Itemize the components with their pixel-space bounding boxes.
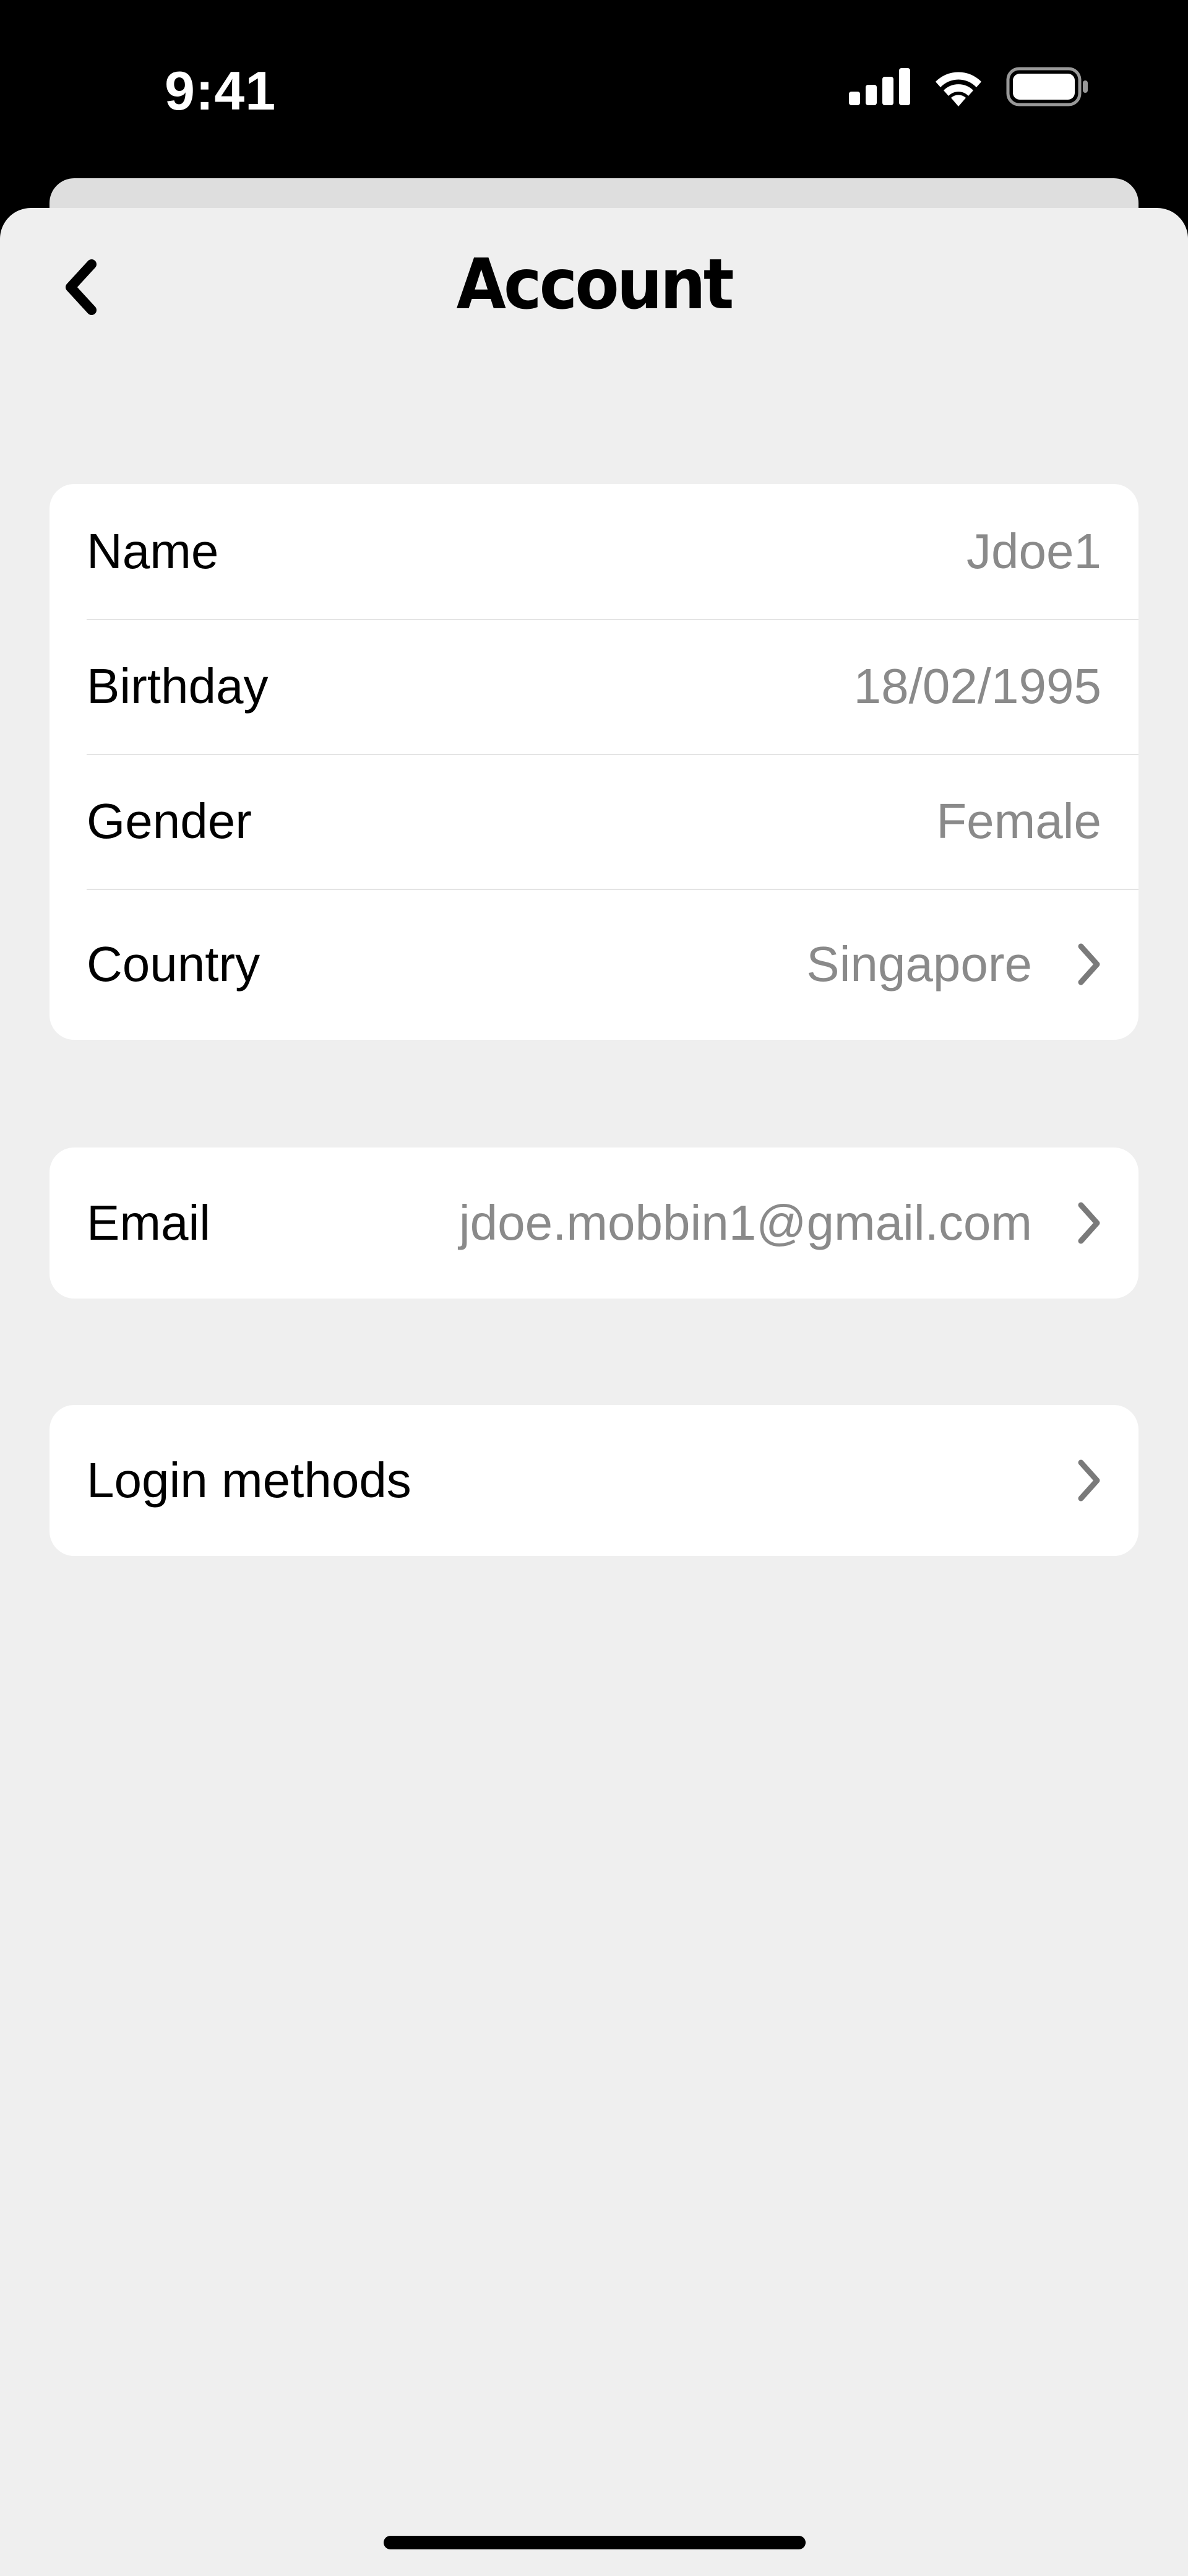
cellular-signal-icon [849,67,911,108]
country-value: Singapore [806,936,1032,992]
email-card: Email jdoe.mobbin1@gmail.com [50,1148,1138,1299]
login-methods-label: Login methods [87,1453,411,1508]
birthday-value: 18/02/1995 [853,659,1101,714]
status-icons [849,66,1089,110]
email-row[interactable]: Email jdoe.mobbin1@gmail.com [50,1148,1138,1299]
name-value: Jdoe1 [966,524,1101,579]
country-label: Country [87,936,260,992]
name-row[interactable]: Name Jdoe1 [50,484,1138,619]
profile-card: Name Jdoe1 Birthday 18/02/1995 Gender Fe… [50,484,1138,1040]
page-title: Account [456,243,734,325]
wifi-icon [932,67,985,110]
status-bar: 9:41 [0,0,1188,179]
home-indicator [384,2536,806,2549]
email-value: jdoe.mobbin1@gmail.com [458,1195,1032,1250]
email-label: Email [87,1195,211,1250]
login-methods-card: Login methods [50,1405,1138,1556]
battery-icon [1006,67,1089,110]
chevron-right-icon [1069,1456,1101,1505]
login-methods-row[interactable]: Login methods [50,1405,1138,1556]
status-time: 9:41 [165,60,277,121]
account-sheet: Account Name Jdoe1 Birthday 18/02/1995 G… [0,208,1188,2576]
birthday-label: Birthday [87,659,269,714]
chevron-right-icon [1069,1198,1101,1248]
gender-label: Gender [87,793,252,849]
name-label: Name [87,524,219,579]
chevron-right-icon [1069,940,1101,989]
birthday-row[interactable]: Birthday 18/02/1995 [50,619,1138,754]
country-row[interactable]: Country Singapore [50,889,1138,1040]
nav-header: Account [0,208,1188,369]
gender-row[interactable]: Gender Female [50,754,1138,889]
gender-value: Female [936,793,1101,849]
